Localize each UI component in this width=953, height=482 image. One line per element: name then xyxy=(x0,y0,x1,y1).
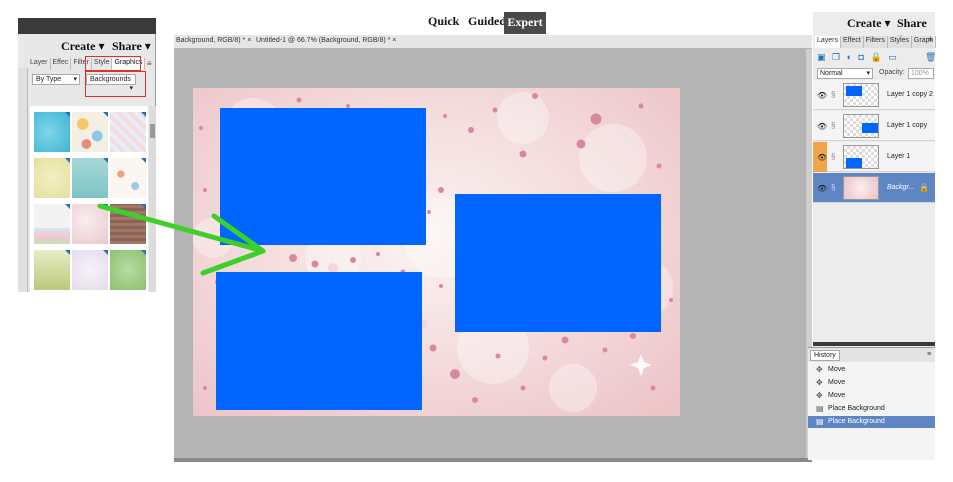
tab-layers[interactable]: Layer xyxy=(28,58,51,70)
mode-guided-button[interactable]: Guided xyxy=(468,14,506,29)
tab-history[interactable]: History xyxy=(810,350,840,361)
background-thumbnail[interactable] xyxy=(72,158,108,198)
layer-name[interactable]: Layer 1 xyxy=(887,153,910,160)
document-image[interactable] xyxy=(193,88,680,416)
create-menu-button[interactable]: Create ▾ xyxy=(61,39,104,54)
layer-row[interactable]: 👁 § Layer 1 copy 2 xyxy=(813,80,935,110)
history-item[interactable]: ▤ Place Background xyxy=(808,403,935,415)
layer-row[interactable]: 👁 § Layer 1 xyxy=(813,142,935,172)
panel-menu-icon[interactable]: ≡ xyxy=(928,37,932,44)
status-strip xyxy=(174,458,812,462)
panel-menu-icon[interactable]: ≡ xyxy=(147,59,152,68)
trash-icon[interactable]: 🗑 xyxy=(925,52,936,63)
opacity-label: Opacity: xyxy=(879,69,905,76)
scroll-thumb[interactable] xyxy=(150,124,155,138)
eye-icon[interactable]: 👁 xyxy=(817,122,827,131)
layer-thumbnail xyxy=(843,145,879,169)
link-icon[interactable]: § xyxy=(831,152,835,161)
thumbnail-scrollbar[interactable] xyxy=(149,106,156,292)
tab-styles[interactable]: Styles xyxy=(888,36,912,48)
panel-divider xyxy=(813,342,935,346)
layer-row[interactable]: 👁 § Layer 1 copy xyxy=(813,111,935,141)
tab-filters[interactable]: Filters xyxy=(864,36,888,48)
opacity-field[interactable]: 100% xyxy=(908,68,934,79)
history-panel: History ≡ ✥ Move ✥ Move ✥ Move ▤ Place B… xyxy=(808,347,935,460)
background-thumbnail[interactable] xyxy=(110,250,146,290)
layer-tools-icons[interactable]: ▣ ❐ ◐ ◘ 🔒 ▭ xyxy=(817,52,933,64)
history-header: History ≡ xyxy=(808,348,935,362)
photo-placeholder-3[interactable] xyxy=(216,272,422,410)
background-thumbnail[interactable] xyxy=(34,250,70,290)
background-thumbnail[interactable] xyxy=(110,158,146,198)
eye-icon[interactable]: 👁 xyxy=(817,91,827,100)
graphics-tab-highlight xyxy=(85,56,141,71)
background-thumbnail[interactable] xyxy=(72,250,108,290)
link-icon[interactable]: § xyxy=(831,90,835,99)
place-icon: ▤ xyxy=(816,417,824,426)
tab-effects[interactable]: Effec xyxy=(51,58,72,70)
history-item[interactable]: ✥ Move xyxy=(808,390,935,402)
panel-left-strip xyxy=(18,68,28,292)
link-icon[interactable]: § xyxy=(831,183,835,192)
create-menu-button[interactable]: Create ▾ xyxy=(847,16,890,31)
category-highlight xyxy=(85,71,146,97)
move-tool-icon: ✥ xyxy=(816,365,823,374)
chevron-down-icon: ▾ xyxy=(866,70,870,77)
graphics-panel: Create ▾ Share ▾ Layer Effec Filter Styl… xyxy=(18,18,156,292)
layer-name[interactable]: Layer 1 copy 2 xyxy=(887,91,933,98)
move-tool-icon: ✥ xyxy=(816,378,823,387)
sparkle-icon xyxy=(630,354,652,376)
tab-graphics[interactable]: Graph xyxy=(912,36,937,48)
history-item[interactable]: ✥ Move xyxy=(808,364,935,376)
thumbnail-grid xyxy=(30,106,148,292)
lock-icon[interactable]: 🔒 xyxy=(919,183,929,192)
layer-thumbnail xyxy=(843,83,879,107)
document-tabs: Background, RGB/8) * × Untitled-1 @ 66.7… xyxy=(174,35,812,49)
blend-mode-select[interactable]: Normal ▾ xyxy=(817,68,873,79)
by-type-select[interactable]: By Type ▾ xyxy=(32,74,80,85)
tab-layers[interactable]: Layers xyxy=(815,36,842,48)
panel-tabs: Layers Effect Filters Styles Graph xyxy=(815,36,937,48)
background-thumbnail[interactable] xyxy=(110,112,146,152)
eye-icon[interactable]: 👁 xyxy=(817,153,827,162)
panel-header-bar xyxy=(18,18,156,34)
document-tab-active[interactable]: Untitled-1 @ 66.7% (Background, RGB/8) *… xyxy=(256,37,396,44)
layer-thumbnail xyxy=(843,114,879,138)
eye-icon[interactable]: 👁 xyxy=(817,184,827,193)
share-menu-button[interactable]: Share ▾ xyxy=(112,39,151,54)
background-thumbnail[interactable] xyxy=(72,204,108,244)
layer-row-selected[interactable]: 👁 § Backgr... 🔒 xyxy=(813,173,935,203)
document-tab[interactable]: Background, RGB/8) * × xyxy=(176,37,251,44)
photo-placeholder-2[interactable] xyxy=(455,194,661,332)
background-thumbnail[interactable] xyxy=(34,204,70,244)
tab-effects[interactable]: Effect xyxy=(841,36,864,48)
layer-thumbnail xyxy=(843,176,879,200)
background-thumbnail[interactable] xyxy=(34,112,70,152)
history-item-selected[interactable]: ▤ Place Background xyxy=(808,416,935,428)
background-thumbnail[interactable] xyxy=(72,112,108,152)
history-item[interactable]: ✥ Move xyxy=(808,377,935,389)
mode-expert-button[interactable]: Expert xyxy=(504,12,546,34)
background-thumbnail[interactable] xyxy=(34,158,70,198)
photo-placeholder-1[interactable] xyxy=(220,108,426,245)
layer-name[interactable]: Backgr... xyxy=(887,184,914,191)
panel-menu-icon[interactable]: ≡ xyxy=(927,351,931,358)
background-thumbnail[interactable] xyxy=(110,204,146,244)
mode-quick-button[interactable]: Quick xyxy=(428,14,459,29)
move-tool-icon: ✥ xyxy=(816,391,823,400)
place-icon: ▤ xyxy=(816,404,824,413)
chevron-down-icon: ▾ xyxy=(73,76,77,83)
link-icon[interactable]: § xyxy=(831,121,835,130)
layer-name[interactable]: Layer 1 copy xyxy=(887,122,927,129)
